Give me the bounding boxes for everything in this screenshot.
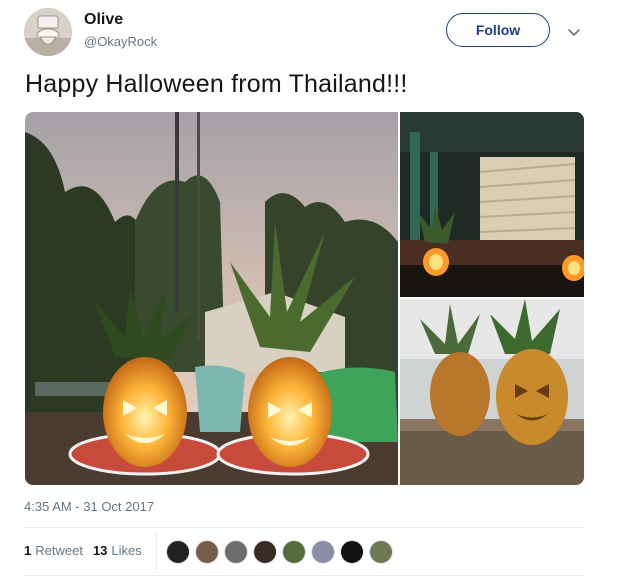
likes-count-link[interactable]: 13 Likes (93, 543, 142, 558)
tweet-text: Happy Halloween from Thailand!!! (25, 70, 408, 98)
liker-avatar[interactable] (340, 540, 364, 564)
liker-avatar[interactable] (311, 540, 335, 564)
liker-avatar[interactable] (369, 540, 393, 564)
tweet-stats: 1 Retweet 13 Likes (24, 543, 142, 558)
stats-divider (156, 531, 157, 571)
liker-avatar[interactable] (166, 540, 190, 564)
liker-avatar[interactable] (253, 540, 277, 564)
liker-avatar[interactable] (282, 540, 306, 564)
liker-avatar[interactable] (224, 540, 248, 564)
photo-pineapple-lanterns-porch[interactable] (400, 112, 584, 297)
photo-pineapple-lanterns-dusk[interactable] (25, 112, 398, 485)
photo-pineapple-lanterns-table[interactable] (400, 299, 584, 485)
display-name[interactable]: Olive (84, 11, 123, 29)
toilet-icon (24, 8, 72, 56)
follow-button[interactable]: Follow (446, 13, 550, 47)
divider (24, 575, 585, 576)
retweet-count-link[interactable]: 1 Retweet (24, 543, 83, 558)
liker-avatars (166, 540, 398, 564)
liker-avatar[interactable] (195, 540, 219, 564)
divider (24, 527, 585, 528)
chevron-down-icon[interactable] (566, 24, 582, 40)
avatar[interactable] (24, 8, 72, 56)
tweet-timestamp[interactable]: 4:35 AM - 31 Oct 2017 (24, 499, 154, 514)
username-handle[interactable]: @OkayRock (84, 34, 157, 49)
